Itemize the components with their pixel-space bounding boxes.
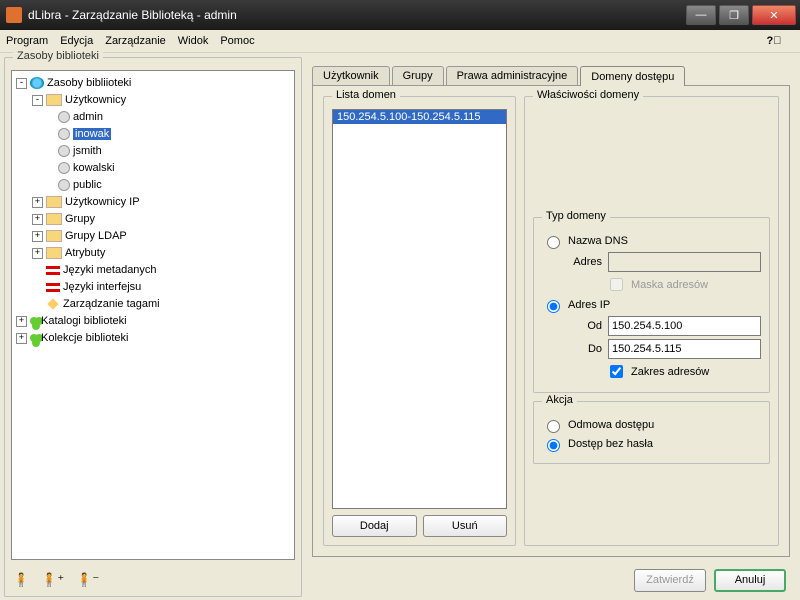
remove-domain-button[interactable]: Usuń bbox=[423, 515, 508, 537]
user-add-icon[interactable]: 🧍⁺ bbox=[41, 572, 64, 588]
tab-access-domains[interactable]: Domeny dostępu bbox=[580, 66, 685, 86]
radio-ip[interactable]: Adres IP bbox=[542, 297, 761, 313]
tree-view[interactable]: -Zasoby bibliioteki -Użytkownicy admin i… bbox=[11, 70, 295, 560]
menubar: Program Edycja Zarządzanie Widok Pomoc ?… bbox=[0, 30, 800, 53]
bottom-toolbar: 🧍 🧍⁺ 🧍⁻ bbox=[5, 564, 301, 596]
radio-deny[interactable]: Odmowa dostępu bbox=[542, 417, 761, 433]
help-icon[interactable]: ?⃕ bbox=[766, 33, 782, 49]
maximize-button[interactable]: ❐ bbox=[719, 5, 749, 25]
addr-label: Adres bbox=[562, 256, 602, 268]
tree-user-public[interactable]: public bbox=[14, 177, 292, 194]
ip-to-input[interactable] bbox=[608, 339, 761, 359]
domain-listbox[interactable]: 150.254.5.100-150.254.5.115 bbox=[332, 109, 507, 509]
left-panel-title: Zasoby biblioteki bbox=[13, 50, 103, 62]
domain-list-item[interactable]: 150.254.5.100-150.254.5.115 bbox=[333, 110, 506, 124]
check-mask: Maska adresów bbox=[542, 275, 761, 294]
tree-catalogs[interactable]: +Katalogi biblioteki bbox=[14, 313, 292, 330]
apply-button: Zatwierdź bbox=[634, 569, 706, 592]
domain-type-group: Typ domeny Nazwa DNS Adres Maska adresów… bbox=[533, 217, 770, 393]
domain-list-title: Lista domen bbox=[332, 89, 400, 101]
addr-input bbox=[608, 252, 761, 272]
tab-user[interactable]: Użytkownik bbox=[312, 66, 390, 85]
tree-meta-lang[interactable]: Języki metadanych bbox=[14, 262, 292, 279]
minimize-button[interactable]: — bbox=[686, 5, 716, 25]
menu-program[interactable]: Program bbox=[6, 35, 48, 47]
menu-pomoc[interactable]: Pomoc bbox=[220, 35, 254, 47]
footer: Zatwierdź Anuluj bbox=[306, 563, 796, 597]
tree-root[interactable]: -Zasoby bibliioteki bbox=[14, 75, 292, 92]
tree-collections[interactable]: +Kolekcje biblioteki bbox=[14, 330, 292, 347]
titlebar: dLibra - Zarządzanie Biblioteką - admin … bbox=[0, 0, 800, 30]
tree-ui-lang[interactable]: Języki interfejsu bbox=[14, 279, 292, 296]
user-remove-icon[interactable]: 🧍⁻ bbox=[76, 572, 99, 588]
domain-props-group: Właściwości domeny Typ domeny Nazwa DNS … bbox=[524, 96, 779, 546]
tree-user-kowalski[interactable]: kowalski bbox=[14, 160, 292, 177]
tree-user-jsmith[interactable]: jsmith bbox=[14, 143, 292, 160]
add-domain-button[interactable]: Dodaj bbox=[332, 515, 417, 537]
tab-body: Lista domen 150.254.5.100-150.254.5.115 … bbox=[312, 85, 790, 557]
to-label: Do bbox=[562, 343, 602, 355]
tree-groups[interactable]: +Grupy bbox=[14, 211, 292, 228]
user-single-icon[interactable]: 🧍 bbox=[13, 572, 29, 588]
domain-list-group: Lista domen 150.254.5.100-150.254.5.115 … bbox=[323, 96, 516, 546]
tree-user-inowak[interactable]: inowak bbox=[14, 126, 292, 143]
cancel-button[interactable]: Anuluj bbox=[714, 569, 786, 592]
tab-admin-rights[interactable]: Prawa administracyjne bbox=[446, 66, 579, 85]
right-panel: Użytkownik Grupy Prawa administracyjne D… bbox=[306, 57, 796, 597]
menu-edycja[interactable]: Edycja bbox=[60, 35, 93, 47]
tree-user-admin[interactable]: admin bbox=[14, 109, 292, 126]
tree-attributes[interactable]: +Atrybuty bbox=[14, 245, 292, 262]
tree-tags[interactable]: Zarządzanie tagami bbox=[14, 296, 292, 313]
action-group: Akcja Odmowa dostępu Dostęp bez hasła bbox=[533, 401, 770, 464]
menu-widok[interactable]: Widok bbox=[178, 35, 209, 47]
domain-type-title: Typ domeny bbox=[542, 210, 610, 222]
tab-groups[interactable]: Grupy bbox=[392, 66, 444, 85]
ip-from-input[interactable] bbox=[608, 316, 761, 336]
window-title: dLibra - Zarządzanie Biblioteką - admin bbox=[28, 8, 683, 22]
menu-zarzadzanie[interactable]: Zarządzanie bbox=[105, 35, 166, 47]
tree-groups-ldap[interactable]: +Grupy LDAP bbox=[14, 228, 292, 245]
domain-props-title: Właściwości domeny bbox=[533, 89, 643, 101]
close-button[interactable]: ✕ bbox=[752, 5, 796, 25]
tree-users-ip[interactable]: +Użytkownicy IP bbox=[14, 194, 292, 211]
tree-users[interactable]: -Użytkownicy bbox=[14, 92, 292, 109]
tabs: Użytkownik Grupy Prawa administracyjne D… bbox=[312, 63, 790, 85]
action-title: Akcja bbox=[542, 394, 577, 406]
radio-nopass[interactable]: Dostęp bez hasła bbox=[542, 436, 761, 452]
app-icon bbox=[6, 7, 22, 23]
from-label: Od bbox=[562, 320, 602, 332]
left-panel: Zasoby biblioteki -Zasoby bibliioteki -U… bbox=[4, 57, 302, 597]
radio-dns[interactable]: Nazwa DNS bbox=[542, 233, 761, 249]
check-range[interactable]: Zakres adresów bbox=[542, 362, 761, 381]
